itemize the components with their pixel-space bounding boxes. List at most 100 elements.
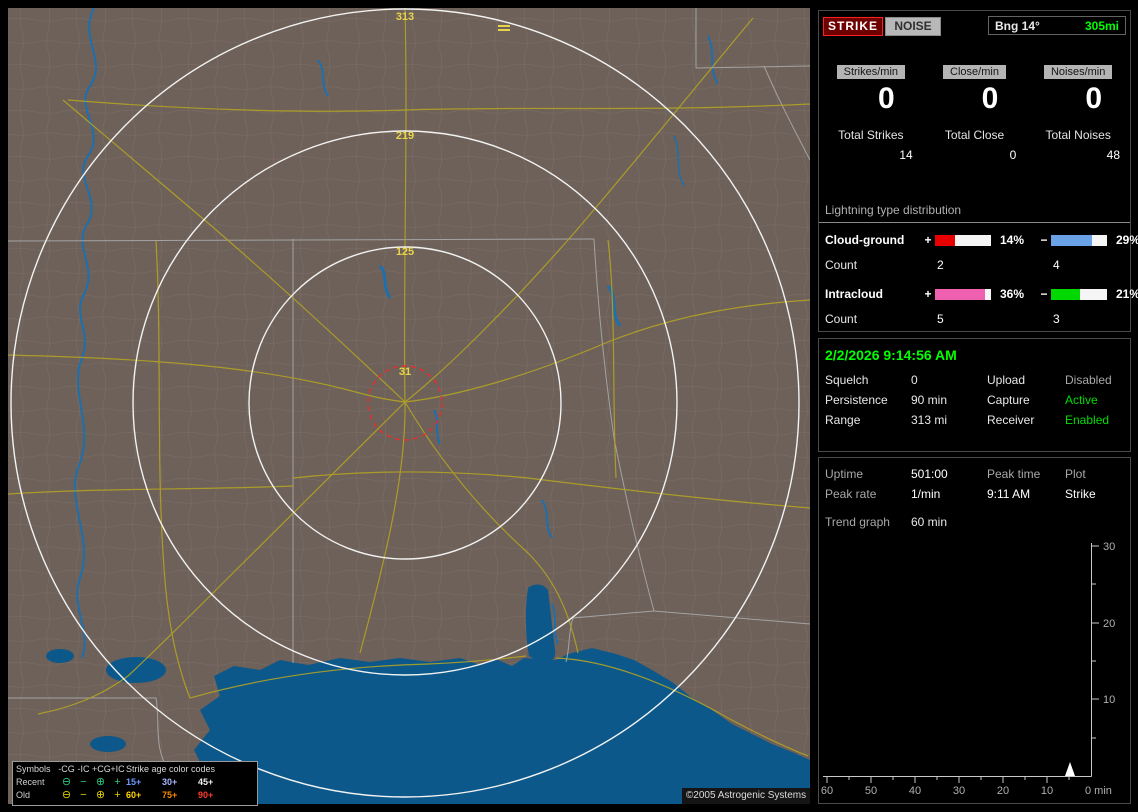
uptime-label: Uptime [825,467,864,481]
range-value: 313 mi [911,413,948,427]
recent-neg-ic-symbol: − [80,776,87,788]
age-30plus: 30+ [162,777,178,787]
recent-pos-cg-symbol: ⊕ [95,776,106,788]
total-close-value: 0 [1009,148,1017,162]
status-row: Range 313 mi Receiver Enabled [819,410,1130,430]
trend-panel: Uptime 501:00 Peak time Plot Peak rate 1… [818,457,1131,804]
persistence-value: 90 min [911,393,948,407]
close-column: Close/min 0 Total Close 0 [923,64,1027,162]
plot-mode-value: Strike [1065,487,1096,501]
legend-symbols-header: Symbols [16,764,51,774]
legend-col-neg-cg: -CG [58,764,75,774]
total-close-label: Total Close [944,128,1005,142]
datetime-display: 2/2/2026 9:14:56 AM [825,347,957,363]
plot-label: Plot [1065,467,1086,481]
minus-sign: − [1040,233,1048,247]
peak-time-value: 9:11 AM [987,487,1031,501]
ring-label-313: 313 [396,11,414,23]
trend-tick-labels: 30 20 10 60 50 40 30 20 10 0 min [821,541,1115,797]
age-90plus: 90+ [198,790,214,800]
cg-negative-bar [1051,234,1107,246]
x-tick-60: 60 [821,785,833,797]
cloud-ground-counts: Count 2 4 [819,258,1130,272]
peak-rate-row: Peak rate 1/min 9:11 AM Strike [819,484,1130,504]
cloud-ground-label: Cloud-ground [825,233,905,247]
stats-panel: STRIKE NOISE Bng 14° 305mi Strikes/min 0… [818,10,1138,332]
lightning-distribution: Lightning type distribution Cloud-ground… [819,197,1138,326]
old-neg-ic-symbol: − [80,789,87,801]
receiver-status: Enabled [1065,413,1110,427]
x-tick-20: 20 [997,785,1009,797]
count-label: Count [825,258,858,272]
trend-graph-label: Trend graph [825,515,890,529]
trend-graph-row: Trend graph 60 min [819,512,1130,532]
ic-negative-bar [1051,288,1107,300]
cg-positive-count: 2 [937,258,944,272]
strikes-per-min-button[interactable]: Strikes/min [836,65,906,79]
noise-toggle-button[interactable]: NOISE [885,17,941,36]
ic-negative-pct: 21% [1116,287,1138,301]
count-label: Count [825,312,858,326]
plus-sign: + [924,287,932,301]
x-tick-0min: 0 min [1085,785,1112,797]
peak-rate-label: Peak rate [825,487,877,501]
strike-rate-spike [1065,762,1075,776]
uptime-row: Uptime 501:00 Peak time Plot [819,464,1130,484]
plus-sign: + [924,233,932,247]
persistence-label: Persistence [825,393,888,407]
intracloud-row: Intracloud + 36% − 21% [819,287,1138,301]
legend-row-old: Old [16,790,31,800]
intracloud-label: Intracloud [825,287,884,301]
ring-label-125: 125 [396,246,414,258]
y-tick-20: 20 [1103,618,1115,630]
close-per-min-button[interactable]: Close/min [943,65,1006,79]
ring-label-31: 31 [399,366,411,378]
total-strikes-value: 14 [899,148,913,162]
uptime-value: 501:00 [911,467,948,481]
trend-axes [823,543,1099,783]
upload-status: Disabled [1065,373,1112,387]
status-row: Persistence 90 min Capture Active [819,390,1130,410]
peak-time-label: Peak time [987,467,1041,481]
strikes-column: Strikes/min 0 Total Strikes 14 [819,64,923,162]
rate-columns: Strikes/min 0 Total Strikes 14 Close/min… [819,64,1130,162]
old-pos-ic-symbol: + [114,789,121,801]
total-strikes-label: Total Strikes [838,128,904,142]
legend-col-pos-ic: +IC [110,764,125,774]
x-tick-50: 50 [865,785,877,797]
ic-positive-count: 5 [937,312,944,326]
bearing-label: Bng 14° [995,18,1040,33]
age-15plus: 15+ [126,777,142,787]
status-panel: 2/2/2026 9:14:56 AM Squelch 0 Upload Dis… [818,338,1131,452]
trend-graph: 30 20 10 60 50 40 30 20 10 0 min [821,541,1115,797]
trend-window-value: 60 min [911,515,948,529]
squelch-value: 0 [911,373,918,387]
y-tick-10: 10 [1103,694,1115,706]
map-area: 313 219 125 31 Symbols -CG -IC +CG +IC S… [8,8,810,806]
ic-negative-count: 3 [1053,312,1060,326]
age-60plus: 60+ [126,790,142,800]
y-tick-30: 30 [1103,541,1115,553]
noises-column: Noises/min 0 Total Noises 48 [1026,64,1130,162]
legend-col-pos-cg: +CG [92,764,111,774]
legend-row-recent: Recent [16,777,45,787]
distribution-title: Lightning type distribution [819,197,1130,223]
map-view[interactable]: 313 219 125 31 [8,8,810,804]
strike-toggle-button[interactable]: STRIKE [823,17,883,36]
noises-per-min-button[interactable]: Noises/min [1043,65,1113,79]
x-tick-10: 10 [1041,785,1053,797]
status-row: Squelch 0 Upload Disabled [819,370,1130,390]
cg-negative-pct: 29% [1116,233,1138,247]
upload-label: Upload [987,373,1026,387]
map-legend: Symbols -CG -IC +CG +IC Strike age color… [12,761,258,806]
minus-sign: − [1040,287,1048,301]
age-45plus: 45+ [198,777,214,787]
recent-neg-cg-symbol: ⊖ [61,776,72,788]
range-label: Range [825,413,861,427]
ic-positive-bar [935,288,991,300]
ic-positive-pct: 36% [1000,287,1025,301]
cg-positive-bar [935,234,991,246]
recent-pos-ic-symbol: + [114,776,121,788]
app-window: 313 219 125 31 Symbols -CG -IC +CG +IC S… [0,0,1138,812]
capture-status: Active [1065,393,1098,407]
